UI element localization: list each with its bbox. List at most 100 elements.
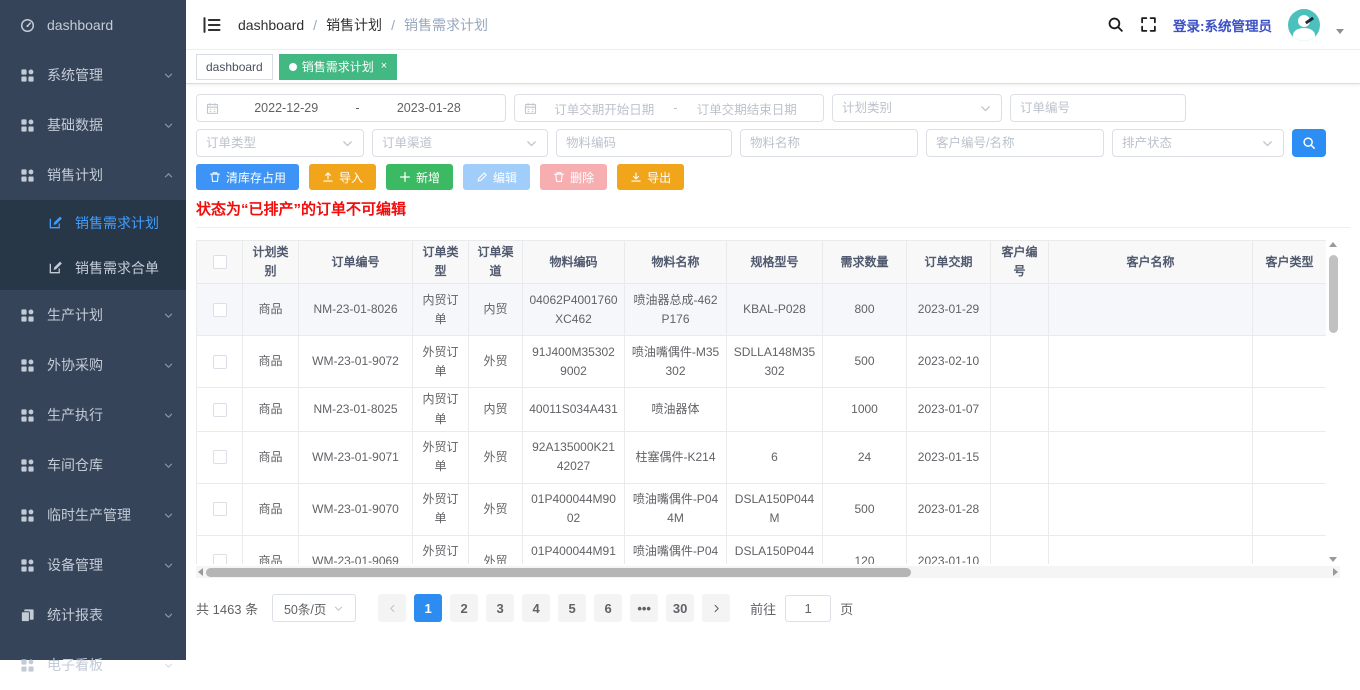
user-menu-caret-icon[interactable] <box>1336 29 1344 34</box>
edit-button-disabled[interactable]: 编辑 <box>463 164 530 190</box>
row-checkbox[interactable] <box>213 355 227 369</box>
material-name-input[interactable] <box>750 136 908 150</box>
sidebar-item-workshop-warehouse[interactable]: 车间仓库 <box>0 440 186 490</box>
tab-sales-demand-plan[interactable]: 销售需求计划 × <box>279 54 397 80</box>
sales-plan-submenu: 销售需求计划 销售需求合单 <box>0 200 186 290</box>
material-code-input[interactable] <box>566 136 722 150</box>
menu-grid-icon <box>20 68 35 83</box>
order-channel-select[interactable] <box>372 129 548 157</box>
page-button-4[interactable]: 4 <box>522 594 550 622</box>
next-page-button[interactable] <box>702 594 730 622</box>
clear-stock-occupy-button[interactable]: 清库存占用 <box>196 164 299 190</box>
plan-category-select[interactable] <box>832 94 1002 122</box>
export-button[interactable]: 导出 <box>617 164 684 190</box>
fullscreen-icon[interactable] <box>1140 16 1157 33</box>
scroll-right-icon[interactable] <box>1333 568 1338 576</box>
sidebar-item-system-management[interactable]: 系统管理 <box>0 50 186 100</box>
breadcrumb-item[interactable]: dashboard <box>238 17 304 33</box>
order-type-select[interactable] <box>196 129 364 157</box>
sidebar-item-production-plan[interactable]: 生产计划 <box>0 290 186 340</box>
search-button[interactable] <box>1292 129 1326 157</box>
order-no-input[interactable] <box>1020 101 1176 115</box>
col-qty: 需求数量 <box>823 241 907 284</box>
tab-dashboard[interactable]: dashboard <box>196 54 273 80</box>
page-size-select[interactable]: 50条/页 <box>272 594 356 622</box>
sidebar-item-production-exec[interactable]: 生产执行 <box>0 390 186 440</box>
table-row[interactable]: 商品WM-23-01-9069 外贸订单外贸 01P400044M9116喷油嘴… <box>197 535 1327 564</box>
create-date-range-picker[interactable]: 2022-12-29 - 2023-01-28 <box>196 94 506 122</box>
filter-row-1: 2022-12-29 - 2023-01-28 订单交期开始日期 - 订单交期结… <box>196 94 1350 122</box>
page-button-2[interactable]: 2 <box>450 594 478 622</box>
goto-page-input[interactable] <box>785 595 831 622</box>
end-date-value[interactable]: 2023-01-28 <box>362 101 496 115</box>
start-date-value[interactable]: 2022-12-29 <box>219 101 353 115</box>
sidebar-item-equipment[interactable]: 设备管理 <box>0 540 186 590</box>
sidebar-item-dashboard[interactable]: dashboard <box>0 0 186 50</box>
select-all-checkbox[interactable] <box>213 255 227 269</box>
sidebar-item-statistics[interactable]: 统计报表 <box>0 590 186 640</box>
page-button-5[interactable]: 5 <box>558 594 586 622</box>
sidebar-item-outsourcing[interactable]: 外协采购 <box>0 340 186 390</box>
tags-view-bar: dashboard 销售需求计划 × <box>186 50 1360 84</box>
close-tab-icon[interactable]: × <box>381 61 387 72</box>
table-row[interactable]: 商品WM-23-01-9070 外贸订单外贸 01P400044M9002喷油嘴… <box>197 483 1327 535</box>
schedule-status-input[interactable] <box>1122 136 1261 150</box>
import-button[interactable]: 导入 <box>309 164 376 190</box>
sidebar-item-sales-demand-merge[interactable]: 销售需求合单 <box>0 245 186 290</box>
vertical-scrollbar-thumb[interactable] <box>1329 255 1338 333</box>
customer-input[interactable] <box>936 136 1094 150</box>
more-pages-button[interactable]: ••• <box>630 594 658 622</box>
scroll-down-icon[interactable] <box>1329 557 1337 562</box>
row-checkbox[interactable] <box>213 502 227 516</box>
table-row[interactable]: 商品NM-23-01-8025 内贸订单内贸 40011S034A431喷油器体… <box>197 388 1327 431</box>
table-row[interactable]: 商品WM-23-01-9072 外贸订单外贸 91J400M353029002喷… <box>197 336 1327 388</box>
chevron-down-icon <box>163 360 174 371</box>
sidebar-item-dashboard-board[interactable]: 电子看板 <box>0 640 186 690</box>
due-end-placeholder[interactable]: 订单交期结束日期 <box>680 99 814 118</box>
material-name-field[interactable] <box>740 129 918 157</box>
search-icon[interactable] <box>1107 16 1124 33</box>
breadcrumb-item[interactable]: 销售计划 <box>326 15 382 35</box>
table-header-row: 计划类别 订单编号 订单类型 订单渠道 物料编码 物料名称 规格型号 需求数量 … <box>197 241 1327 284</box>
row-checkbox[interactable] <box>213 450 227 464</box>
horizontal-scrollbar-thumb[interactable] <box>206 568 911 577</box>
horizontal-scrollbar[interactable] <box>196 566 1340 578</box>
sidebar-item-temp-production[interactable]: 临时生产管理 <box>0 490 186 540</box>
order-no-field[interactable] <box>1010 94 1186 122</box>
vertical-scrollbar[interactable] <box>1326 240 1340 564</box>
sidebar-item-sales-demand-plan[interactable]: 销售需求计划 <box>0 200 186 245</box>
breadcrumb-separator: / <box>313 17 317 33</box>
avatar[interactable] <box>1288 9 1320 41</box>
delete-button-disabled[interactable]: 删除 <box>540 164 607 190</box>
chevron-down-icon <box>1261 137 1274 150</box>
row-checkbox[interactable] <box>213 403 227 417</box>
sidebar-toggle-icon[interactable] <box>202 15 222 35</box>
goto-label: 前往 <box>750 599 776 618</box>
page-button-30[interactable]: 30 <box>666 594 694 622</box>
scroll-left-icon[interactable] <box>198 568 203 576</box>
page-button-1[interactable]: 1 <box>414 594 442 622</box>
row-checkbox[interactable] <box>213 303 227 317</box>
trash-icon <box>209 171 221 183</box>
customer-field[interactable] <box>926 129 1104 157</box>
sidebar-item-sales-plan[interactable]: 销售计划 <box>0 150 186 200</box>
prev-page-button[interactable] <box>378 594 406 622</box>
order-type-input[interactable] <box>206 136 341 150</box>
due-start-placeholder[interactable]: 订单交期开始日期 <box>537 99 671 118</box>
order-channel-input[interactable] <box>382 136 525 150</box>
breadcrumb-current: 销售需求计划 <box>404 15 488 35</box>
menu-grid-icon <box>20 358 35 373</box>
due-date-range-picker[interactable]: 订单交期开始日期 - 订单交期结束日期 <box>514 94 824 122</box>
schedule-status-select[interactable] <box>1112 129 1284 157</box>
sidebar-item-base-data[interactable]: 基础数据 <box>0 100 186 150</box>
row-checkbox[interactable] <box>213 554 227 564</box>
add-button[interactable]: 新增 <box>386 164 453 190</box>
page-button-3[interactable]: 3 <box>486 594 514 622</box>
plan-category-input[interactable] <box>842 101 979 115</box>
scroll-up-icon[interactable] <box>1329 242 1337 247</box>
calendar-icon <box>524 102 537 115</box>
table-row[interactable]: 商品WM-23-01-9071 外贸订单外贸 92A135000K2142027… <box>197 431 1327 483</box>
page-button-6[interactable]: 6 <box>594 594 622 622</box>
table-row[interactable]: 商品NM-23-01-8026 内贸订单内贸 04062P4001760XC46… <box>197 284 1327 336</box>
material-code-field[interactable] <box>556 129 732 157</box>
